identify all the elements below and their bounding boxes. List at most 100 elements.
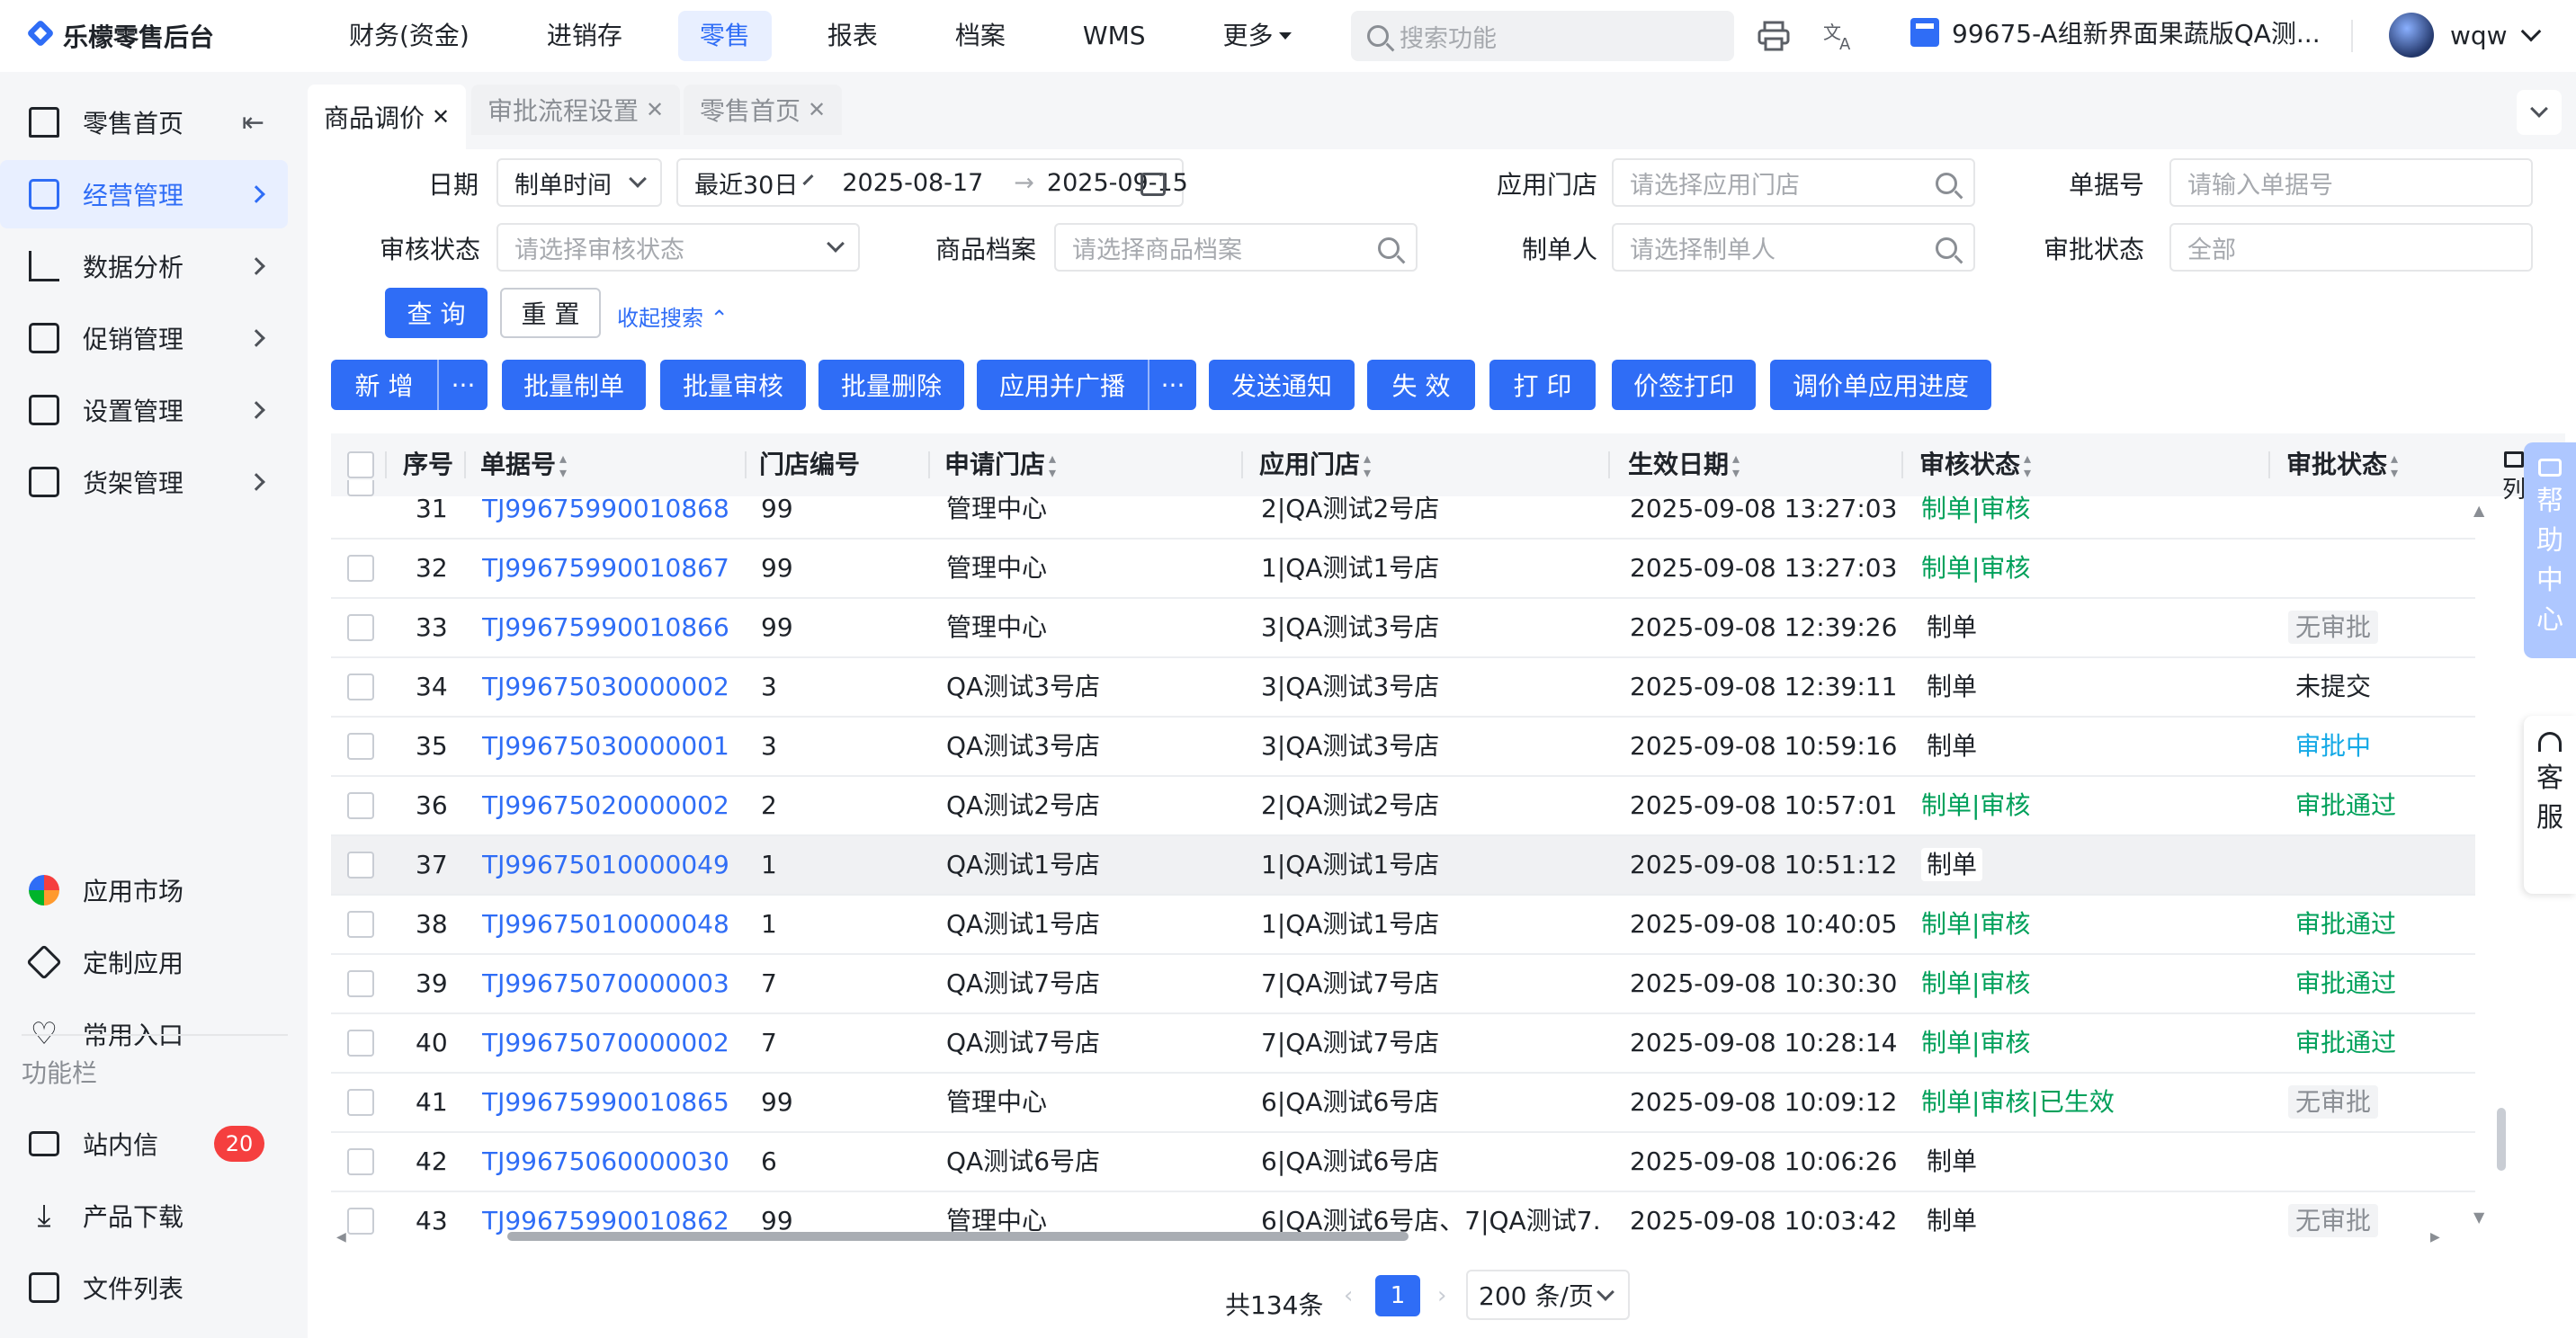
apply-progress-button[interactable]: 调价单应用进度: [1770, 360, 1991, 410]
collapse-sidebar-icon[interactable]: ⇤: [242, 107, 264, 138]
row-checkbox[interactable]: [347, 1030, 374, 1057]
sidebar-item-downloads[interactable]: ⤓ 产品下载: [0, 1182, 288, 1250]
cell-doc-no[interactable]: TJ99675030000002: [482, 658, 729, 716]
help-center-button[interactable]: 帮助中心: [2524, 442, 2576, 658]
add-more-button[interactable]: ···: [437, 360, 487, 410]
table-row[interactable]: 36 TJ99675020000002 2 QA测试2号店 2|QA测试2号店 …: [331, 777, 2475, 836]
page-1-button[interactable]: 1: [1375, 1275, 1420, 1316]
scroll-up-icon[interactable]: ▲: [2473, 502, 2484, 519]
add-button[interactable]: 新 增: [331, 360, 437, 410]
row-checkbox[interactable]: [347, 1208, 374, 1235]
nav-wms[interactable]: WMS: [1061, 11, 1167, 61]
maker-input[interactable]: 请选择制单人: [1612, 223, 1975, 272]
customer-service-button[interactable]: 客服: [2524, 716, 2576, 894]
scroll-right-icon[interactable]: ▶: [2430, 1230, 2440, 1244]
sort-icon[interactable]: ▴ ▾: [1364, 451, 1371, 480]
nav-finance[interactable]: 财务(资金): [327, 11, 491, 61]
nav-retail[interactable]: 零售: [677, 11, 772, 61]
sort-icon[interactable]: ▴ ▾: [2024, 451, 2031, 480]
app-logo[interactable]: 乐檬零售后台: [27, 18, 306, 54]
row-checkbox[interactable]: [347, 555, 374, 582]
row-checkbox[interactable]: [347, 911, 374, 938]
cell-doc-no[interactable]: TJ99675070000002: [482, 1014, 729, 1072]
apply-store-input[interactable]: 请选择应用门店: [1612, 158, 1975, 207]
tab-retail-home[interactable]: 零售首页 ✕: [684, 85, 843, 135]
apply-broadcast-more-button[interactable]: ···: [1148, 360, 1196, 410]
send-notice-button[interactable]: 发送通知: [1209, 360, 1355, 410]
table-row[interactable]: 39 TJ99675070000003 7 QA测试7号店 7|QA测试7号店 …: [331, 955, 2475, 1014]
row-checkbox[interactable]: [347, 852, 374, 879]
date-range-picker[interactable]: 最近30日 2025-08-17 → 2025-09-15: [676, 158, 1188, 207]
sidebar-item-shelf[interactable]: 货架管理: [0, 448, 288, 516]
row-checkbox[interactable]: [347, 673, 374, 700]
row-checkbox[interactable]: [347, 792, 374, 819]
query-button[interactable]: 查 询: [385, 288, 487, 338]
batch-create-button[interactable]: 批量制单: [502, 360, 646, 410]
print-icon[interactable]: [1756, 18, 1792, 54]
translate-icon[interactable]: 文A: [1822, 18, 1858, 54]
table-row[interactable]: 42 TJ99675060000030 6 QA测试6号店 6|QA测试6号店 …: [331, 1133, 2475, 1192]
apply-broadcast-button[interactable]: 应用并广播: [977, 360, 1148, 410]
next-page-icon[interactable]: ›: [1437, 1282, 1446, 1309]
nav-reports[interactable]: 报表: [806, 11, 899, 61]
sidebar-item-settings[interactable]: 设置管理: [0, 376, 288, 444]
cell-doc-no[interactable]: TJ99675990010867: [482, 540, 729, 597]
table-row[interactable]: 31 TJ99675990010868 99 管理中心 2|QA测试2号店 20…: [331, 480, 2475, 540]
user-menu[interactable]: wqw: [2389, 13, 2541, 58]
sidebar-item-operations[interactable]: 经营管理: [0, 160, 288, 228]
row-checkbox[interactable]: [347, 614, 374, 641]
cell-doc-no[interactable]: TJ99675990010865: [482, 1074, 729, 1131]
date-to[interactable]: 2025-09-15: [1047, 169, 1188, 197]
table-row[interactable]: 34 TJ99675030000002 3 QA测试3号店 3|QA测试3号店 …: [331, 658, 2475, 718]
table-row[interactable]: 32 TJ99675990010867 99 管理中心 1|QA测试1号店 20…: [331, 540, 2475, 599]
table-row[interactable]: 38 TJ99675010000048 1 QA测试1号店 1|QA测试1号店 …: [331, 896, 2475, 955]
cell-doc-no[interactable]: TJ99675010000049: [482, 836, 729, 894]
vertical-scroll-thumb[interactable]: [2497, 1108, 2506, 1171]
sort-icon[interactable]: ▴ ▾: [1732, 451, 1740, 480]
horizontal-scroll-thumb[interactable]: [507, 1232, 1409, 1241]
cell-doc-no[interactable]: TJ99675070000003: [482, 955, 729, 1012]
page-size-select[interactable]: 200 条/页: [1466, 1270, 1630, 1320]
invalidate-button[interactable]: 失 效: [1367, 360, 1475, 410]
table-row[interactable]: 33 TJ99675990010866 99 管理中心 3|QA测试3号店 20…: [331, 599, 2475, 658]
cell-doc-no[interactable]: TJ99675060000030: [482, 1133, 729, 1191]
sidebar-item-app-market[interactable]: 应用市场: [0, 856, 288, 924]
date-from[interactable]: 2025-08-17: [842, 169, 983, 197]
audit-status-select[interactable]: 请选择审核状态: [496, 223, 860, 272]
tabs-dropdown[interactable]: [2517, 90, 2562, 135]
sidebar-item-custom-apps[interactable]: 定制应用: [0, 928, 288, 996]
store-selector[interactable]: 99675-A组新界面果蔬版QA测...: [1910, 14, 2321, 50]
nav-more[interactable]: 更多: [1202, 11, 1313, 61]
close-icon[interactable]: ✕: [808, 97, 826, 122]
price-tag-print-button[interactable]: 价签打印: [1612, 360, 1756, 410]
cell-doc-no[interactable]: TJ99675990010866: [482, 599, 729, 656]
function-search[interactable]: 搜索功能: [1351, 11, 1734, 61]
cell-doc-no[interactable]: TJ99675020000002: [482, 777, 729, 834]
table-row[interactable]: 35 TJ99675030000001 3 QA测试3号店 3|QA测试3号店 …: [331, 718, 2475, 777]
batch-delete-button[interactable]: 批量删除: [818, 360, 964, 410]
doc-no-input[interactable]: 请输入单据号: [2169, 158, 2533, 207]
sort-icon[interactable]: ▴ ▾: [2391, 451, 2398, 480]
close-icon[interactable]: ✕: [646, 97, 664, 122]
row-checkbox[interactable]: [347, 480, 374, 496]
close-icon[interactable]: ✕: [432, 104, 450, 129]
scroll-down-icon[interactable]: ▼: [2473, 1209, 2484, 1226]
reset-button[interactable]: 重 置: [500, 288, 601, 338]
goods-input[interactable]: 请选择商品档案: [1054, 223, 1418, 272]
cell-doc-no[interactable]: TJ99675990010868: [482, 480, 729, 538]
table-row[interactable]: 40 TJ99675070000002 7 QA测试7号店 7|QA测试7号店 …: [331, 1014, 2475, 1074]
collapse-search-link[interactable]: 收起搜索 ⌃: [617, 300, 729, 332]
row-checkbox[interactable]: [347, 1148, 374, 1175]
table-row[interactable]: 37 TJ99675010000049 1 QA测试1号店 1|QA测试1号店 …: [331, 836, 2475, 896]
sidebar-item-retail-home[interactable]: 零售首页 ⇤: [0, 88, 288, 156]
select-all-checkbox[interactable]: [347, 451, 374, 478]
table-row[interactable]: 41 TJ99675990010865 99 管理中心 6|QA测试6号店 20…: [331, 1074, 2475, 1133]
prev-page-icon[interactable]: ‹: [1344, 1282, 1353, 1309]
date-type-select[interactable]: 制单时间: [496, 158, 662, 207]
sidebar-item-files[interactable]: 文件列表: [0, 1253, 288, 1322]
sidebar-item-analytics[interactable]: 数据分析: [0, 232, 288, 300]
nav-inventory[interactable]: 进销存: [525, 11, 644, 61]
sidebar-item-messages[interactable]: 站内信 20: [0, 1110, 288, 1178]
approval-status-select[interactable]: 全部: [2169, 223, 2533, 272]
sort-icon[interactable]: ▴ ▾: [559, 451, 567, 480]
